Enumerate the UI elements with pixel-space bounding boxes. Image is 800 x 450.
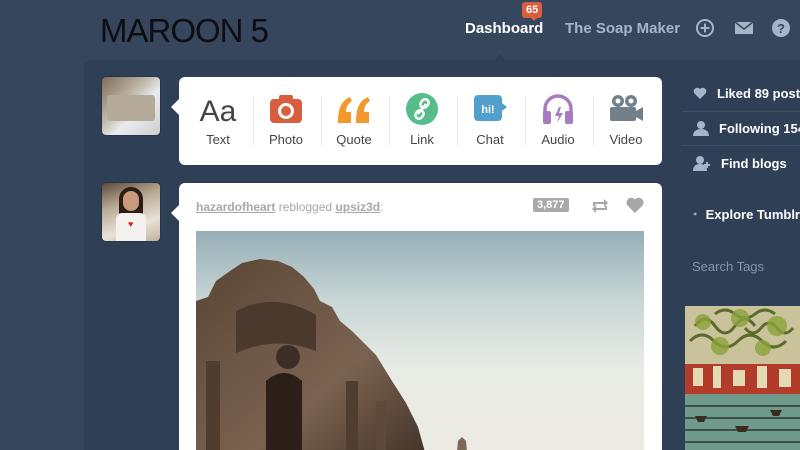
- audio-icon: [543, 94, 573, 124]
- like-heart-icon[interactable]: [625, 196, 645, 214]
- text-icon: Aa: [200, 95, 237, 127]
- tag-icon: [693, 212, 697, 216]
- post-type-quote[interactable]: Quote: [320, 91, 388, 153]
- post-type-video[interactable]: Video: [592, 91, 660, 153]
- post-type-link[interactable]: Link: [388, 91, 456, 153]
- person-add-icon: [693, 156, 710, 172]
- radar-post[interactable]: [682, 303, 800, 450]
- link-icon: [406, 93, 438, 125]
- post-type-text[interactable]: Aa Text: [184, 91, 252, 153]
- svg-text:hi!: hi!: [481, 104, 494, 116]
- post-type-audio[interactable]: Audio: [524, 91, 592, 153]
- reblog-icon[interactable]: [590, 197, 610, 215]
- sidebar-item-liked[interactable]: Liked 89 posts: [682, 77, 800, 112]
- post-action-text: reblogged: [278, 200, 333, 214]
- person-icon: [693, 121, 709, 137]
- nav-blog-link[interactable]: The Soap Maker: [565, 20, 680, 38]
- sidebar-item-following[interactable]: Following 154: [682, 112, 800, 147]
- plus-circle-icon[interactable]: [695, 18, 715, 38]
- notes-count[interactable]: 3,877: [533, 198, 569, 212]
- camera-icon: [270, 95, 302, 123]
- chat-icon: hi!: [474, 95, 507, 121]
- cathedral-photo: [196, 259, 467, 450]
- post-type-chat[interactable]: hi! Chat: [456, 91, 524, 153]
- radar-image: [685, 306, 800, 450]
- svg-text:Aa: Aa: [200, 95, 237, 127]
- sidebar-item-find-blogs[interactable]: Find blogs: [682, 146, 800, 181]
- mail-icon[interactable]: [734, 18, 754, 38]
- svg-text:?: ?: [777, 21, 785, 36]
- nav-dashboard-link[interactable]: Dashboard: [465, 20, 543, 61]
- post-type-selector: Aa Text Photo Quote Link hi! Chat Audio …: [171, 77, 662, 165]
- post-card: hazardofheart reblogged upsiz3d: 3,877: [171, 183, 662, 450]
- video-icon: [610, 95, 643, 121]
- help-icon[interactable]: ?: [771, 18, 791, 38]
- post-type-photo[interactable]: Photo: [252, 91, 320, 153]
- blog-logo[interactable]: MAROON 5: [100, 14, 269, 47]
- post-author-link[interactable]: hazardofheart: [196, 200, 275, 214]
- quote-icon: [338, 97, 370, 123]
- post-header: hazardofheart reblogged upsiz3d:: [196, 200, 384, 214]
- post-author-avatar[interactable]: ♥: [102, 183, 160, 241]
- user-avatar[interactable]: [102, 77, 160, 135]
- post-source-link[interactable]: upsiz3d: [335, 200, 380, 214]
- sidebar-explore[interactable]: Explore Tumblr: [682, 197, 800, 231]
- search-tags-input[interactable]: [682, 248, 800, 284]
- notification-badge: 65: [522, 2, 543, 21]
- heart-icon: [693, 87, 707, 100]
- sidebar-stats: Liked 89 posts Following 154 Find blogs: [682, 77, 800, 181]
- post-photo[interactable]: [196, 231, 644, 450]
